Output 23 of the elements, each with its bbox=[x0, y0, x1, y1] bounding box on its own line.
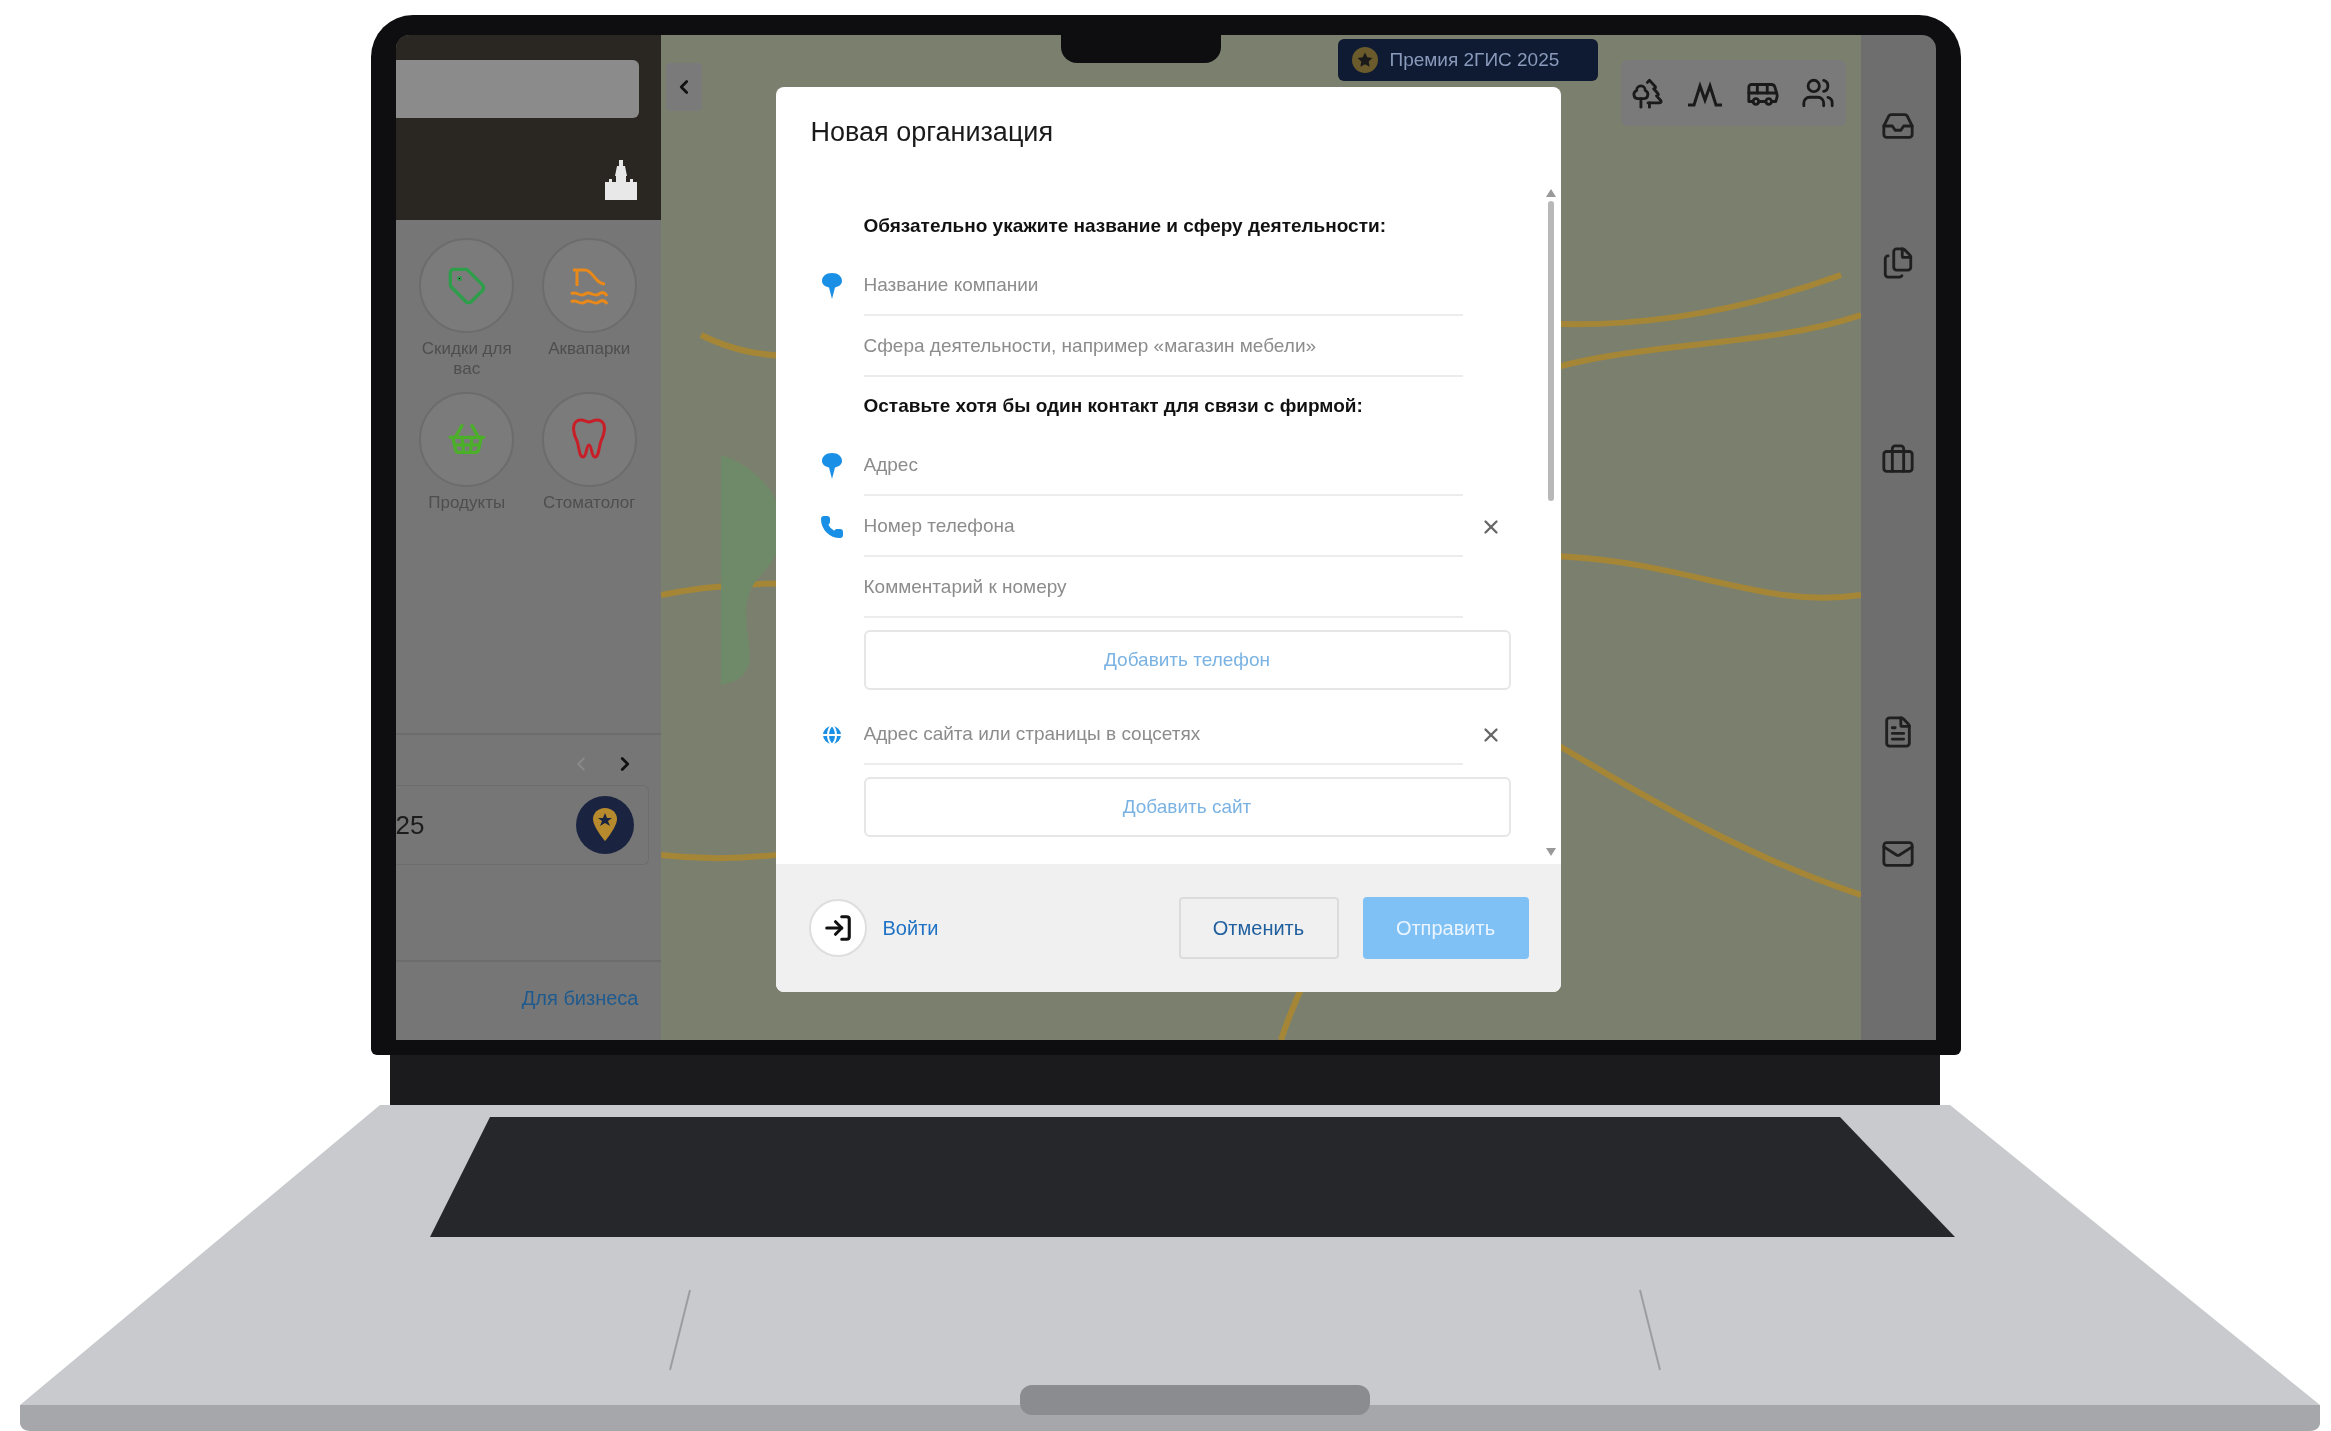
add-button[interactable]: Добавить телефон bbox=[863, 630, 1511, 690]
scroll-up-icon[interactable] bbox=[1545, 189, 1556, 197]
pin-icon bbox=[822, 452, 842, 479]
login-icon bbox=[822, 913, 853, 943]
section-heading: Оставьте хотя бы один контакт для связи с фирмой: bbox=[862, 394, 1364, 418]
scroll-down-icon[interactable] bbox=[1545, 848, 1556, 856]
section-heading: Обязательно укажите название и сферу деятельности: bbox=[862, 214, 1387, 238]
tag-icon bbox=[446, 265, 487, 306]
banner-text: Премия 2ГИС 2025 bbox=[1389, 49, 1560, 71]
collapse-button[interactable] bbox=[665, 63, 702, 111]
cancel-button[interactable]: Отменить bbox=[1178, 897, 1339, 959]
add-button[interactable]: Добавить сайт bbox=[863, 777, 1511, 837]
star-badge-icon bbox=[1351, 47, 1378, 73]
login-link[interactable]: Войти bbox=[882, 916, 939, 940]
search-field[interactable] bbox=[395, 60, 639, 118]
promo-card[interactable]: 25 bbox=[395, 785, 649, 865]
award-pin-icon bbox=[575, 796, 634, 854]
dialog-title: Новая организация bbox=[809, 116, 1055, 149]
card-text: 25 bbox=[395, 809, 425, 841]
award-banner[interactable]: Премия 2ГИС 2025 bbox=[1337, 39, 1598, 81]
phone-icon bbox=[820, 514, 844, 539]
pin-icon bbox=[822, 272, 842, 299]
tower-icon bbox=[602, 160, 639, 200]
